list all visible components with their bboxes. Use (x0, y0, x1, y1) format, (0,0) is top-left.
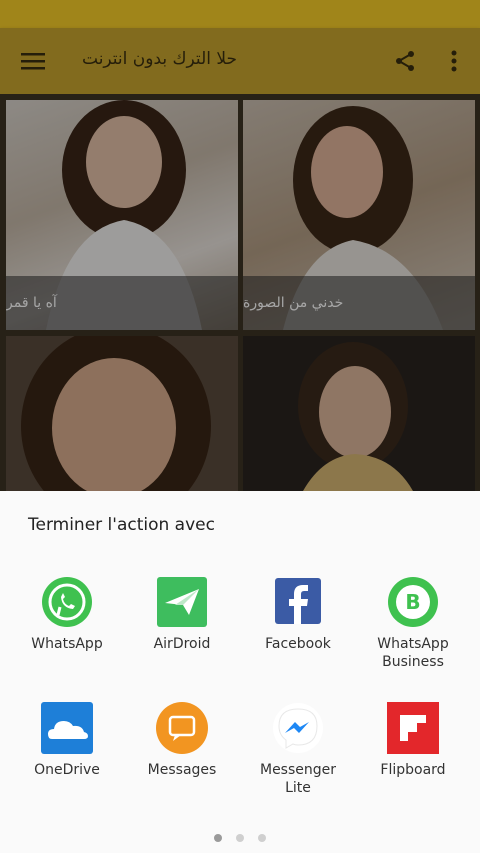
messenger-lite-icon (271, 701, 325, 755)
page-indicator (0, 834, 480, 844)
share-sheet: Terminer l'action avec WhatsApp AirDroid… (0, 491, 480, 853)
facebook-icon (271, 575, 325, 629)
share-target-label: Messenger Lite (259, 762, 337, 796)
share-target-label: Messages (147, 762, 217, 778)
share-sheet-title: Terminer l'action avec (28, 515, 215, 535)
flipboard-icon (386, 701, 440, 755)
share-target-label: WhatsApp Business (377, 636, 449, 670)
share-target-messenger-lite[interactable]: Messenger Lite (240, 701, 356, 797)
share-target-messages[interactable]: Messages (124, 701, 240, 779)
onedrive-icon (40, 701, 94, 755)
share-target-label: WhatsApp (31, 636, 103, 652)
status-bar (0, 0, 480, 28)
share-target-label: OneDrive (34, 762, 100, 778)
page-dot[interactable] (214, 834, 222, 842)
share-target-airdroid[interactable]: AirDroid (124, 575, 240, 653)
share-target-flipboard[interactable]: Flipboard (355, 701, 471, 779)
messages-icon (155, 701, 209, 755)
share-target-whatsapp[interactable]: WhatsApp (9, 575, 125, 653)
share-target-label: Flipboard (380, 762, 446, 778)
svg-text:B: B (405, 590, 420, 614)
share-target-whatsapp-business[interactable]: B WhatsApp Business (355, 575, 471, 671)
whatsapp-icon (40, 575, 94, 629)
page-dot[interactable] (236, 834, 244, 842)
page-dot[interactable] (258, 834, 266, 842)
airdroid-icon (155, 575, 209, 629)
share-target-label: Facebook (265, 636, 331, 652)
share-target-label: AirDroid (153, 636, 211, 652)
share-target-facebook[interactable]: Facebook (240, 575, 356, 653)
modal-scrim[interactable] (0, 28, 480, 491)
share-target-onedrive[interactable]: OneDrive (9, 701, 125, 779)
whatsapp-business-icon: B (386, 575, 440, 629)
